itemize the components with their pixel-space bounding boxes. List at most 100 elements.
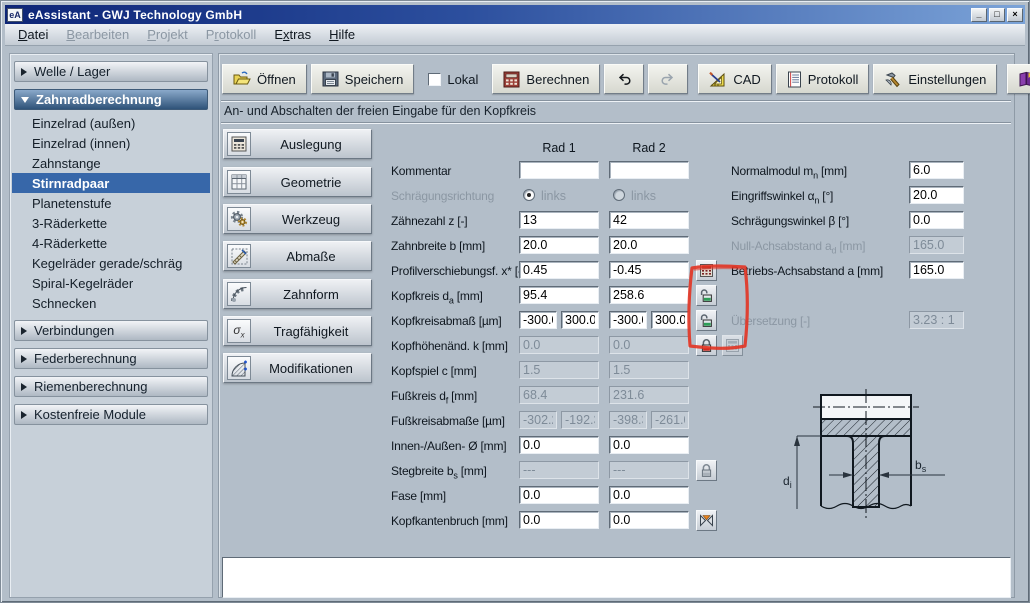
unlocked-padlock-icon — [699, 288, 714, 303]
minimize-button[interactable]: _ — [971, 8, 987, 22]
sidebar-item-4-raederkette[interactable]: 4-Räderkette — [10, 233, 212, 253]
kopfkreisabmass-rad2-lower-input[interactable] — [609, 311, 647, 329]
redo-arrow-icon — [660, 72, 676, 86]
fase-rad1-input[interactable] — [519, 486, 599, 504]
divider — [221, 122, 1011, 124]
kommentar-rad2-input[interactable] — [609, 161, 689, 179]
fase-label: Fase [mm] — [391, 488, 521, 504]
sidebar-item-einzelrad-aussen[interactable]: Einzelrad (außen) — [10, 113, 212, 133]
innen-aussen-rad1-input[interactable] — [519, 436, 599, 454]
profilverschiebung-calc-button[interactable] — [696, 260, 717, 281]
chevron-right-icon — [21, 383, 27, 391]
open-folder-icon — [233, 71, 251, 87]
sidebar-group-federberechnung[interactable]: Federberechnung — [14, 348, 208, 369]
help-button[interactable]: Hilfe — [1007, 64, 1030, 94]
toolbar: Öffnen Speichern Lokal Berechnen CAD Pro… — [222, 63, 1030, 95]
abmasse-button[interactable]: Abmaße — [223, 241, 372, 271]
innen-aussen-rad2-input[interactable] — [609, 436, 689, 454]
sidebar-group-verbindungen[interactable]: Verbindungen — [14, 320, 208, 341]
stegbreite-lock-button[interactable] — [696, 460, 717, 481]
kommentar-rad1-input[interactable] — [519, 161, 599, 179]
stegbreite-rad2-input — [609, 461, 689, 479]
eingriffswinkel-input[interactable] — [909, 186, 964, 204]
normalmodul-input[interactable] — [909, 161, 964, 179]
schraegungswinkel-input[interactable] — [909, 211, 964, 229]
kopfkreis-rad1-input[interactable] — [519, 286, 599, 304]
kopfkreisabmass-label: Kopfkreisabmaß [µm] — [391, 313, 521, 329]
null-achsabstand-input — [909, 236, 964, 254]
open-button[interactable]: Öffnen — [222, 64, 307, 94]
cad-button[interactable]: CAD — [698, 64, 771, 94]
sidebar-item-kegelraeder[interactable]: Kegelräder gerade/schräg — [10, 253, 212, 273]
local-checkbox[interactable] — [428, 73, 441, 86]
kopfkreisabmass-rad1-upper-input[interactable] — [561, 311, 599, 329]
book-icon — [1018, 71, 1030, 87]
kopfkreisabmass-unlock-button[interactable] — [696, 310, 717, 331]
undo-button[interactable] — [604, 64, 644, 94]
kopfkreisabmass-rad2-upper-input[interactable] — [651, 311, 689, 329]
kopfkantenbruch-rad2-input[interactable] — [609, 511, 689, 529]
save-button[interactable]: Speichern — [311, 64, 415, 94]
zahnbreite-rad1-input[interactable] — [519, 236, 599, 254]
kopfkantenbruch-chamfer-button[interactable] — [696, 510, 717, 531]
zahnbreite-rad2-input[interactable] — [609, 236, 689, 254]
fase-rad2-input[interactable] — [609, 486, 689, 504]
status-text: An- und Abschalten der freien Eingabe fü… — [224, 104, 536, 118]
sidebar-item-3-raederkette[interactable]: 3-Räderkette — [10, 213, 212, 233]
kopfkreis-label: Kopfkreis da [mm] — [391, 288, 521, 308]
tragfaehigkeit-button[interactable]: σx Tragfähigkeit — [223, 316, 372, 346]
fusskreisabmasse-rad1-upper-input — [561, 411, 599, 429]
gears-icon — [227, 207, 251, 231]
geometrie-button[interactable]: Geometrie — [223, 167, 372, 197]
sidebar-group-zahnradberechnung[interactable]: Zahnradberechnung — [14, 89, 208, 110]
sidebar-children: Einzelrad (außen) Einzelrad (innen) Zahn… — [10, 113, 212, 313]
zaehnezahl-rad2-input[interactable] — [609, 211, 689, 229]
null-achsabstand-label: Null-Achsabstand ad [mm] — [731, 238, 911, 258]
menu-extras[interactable]: Extras — [265, 25, 320, 44]
redo-button[interactable] — [648, 64, 688, 94]
kommentar-label: Kommentar — [391, 163, 521, 179]
kopfhoehenaend-lock-button[interactable] — [696, 335, 717, 356]
werkzeug-button[interactable]: Werkzeug — [223, 204, 372, 234]
kopfkreis-rad2-input[interactable] — [609, 286, 689, 304]
sidebar-item-schnecken[interactable]: Schnecken — [10, 293, 212, 313]
maximize-button[interactable]: □ — [989, 8, 1005, 22]
kopfkreisabmass-rad1-lower-input[interactable] — [519, 311, 557, 329]
kopfkreis-unlock-button[interactable] — [696, 285, 717, 306]
sidebar-item-planetenstufe[interactable]: Planetenstufe — [10, 193, 212, 213]
menu-hilfe[interactable]: Hilfe — [320, 25, 364, 44]
sidebar-item-stirnradpaar[interactable]: Stirnradpaar — [12, 173, 210, 193]
sidebar-group-riemenberechnung[interactable]: Riemenberechnung — [14, 376, 208, 397]
result-text-area[interactable] — [222, 557, 1011, 598]
kopfkantenbruch-label: Kopfkantenbruch [mm] — [391, 513, 521, 529]
stegbreite-label: Stegbreite bs [mm] — [391, 463, 521, 483]
chamfer-icon — [699, 513, 714, 528]
profilverschiebung-rad2-input[interactable] — [609, 261, 689, 279]
auslegung-button[interactable]: Auslegung — [223, 129, 372, 159]
menu-protokoll: Protokoll — [197, 25, 266, 44]
zahnform-button[interactable]: Zahnform — [223, 279, 372, 309]
sidebar-item-spiral-kegelraeder[interactable]: Spiral-Kegelräder — [10, 273, 212, 293]
settings-button[interactable]: Einstellungen — [873, 64, 997, 94]
sidebar-group-kostenfreie-module[interactable]: Kostenfreie Module — [14, 404, 208, 425]
kopfspiel-rad2-input — [609, 361, 689, 379]
calculate-button[interactable]: Berechnen — [492, 64, 600, 94]
uebersetzung-input — [909, 311, 964, 329]
modifikationen-button[interactable]: Modifikationen — [223, 353, 372, 383]
betriebs-achsabstand-input[interactable] — [909, 261, 964, 279]
sigma-x-icon: σx — [227, 319, 251, 343]
kopfkantenbruch-rad1-input[interactable] — [519, 511, 599, 529]
app-icon: eA — [7, 8, 23, 22]
zaehnezahl-rad1-input[interactable] — [519, 211, 599, 229]
menu-datei[interactable]: Datei — [9, 25, 57, 44]
profilverschiebung-rad1-input[interactable] — [519, 261, 599, 279]
divider — [221, 100, 1011, 102]
undo-arrow-icon — [616, 72, 632, 86]
app-window: eA eAssistant - GWJ Technology GmbH _ □ … — [0, 0, 1030, 603]
betriebs-achsabstand-label: Betriebs-Achsabstand a [mm] — [731, 263, 911, 279]
protocol-button[interactable]: Protokoll — [776, 64, 870, 94]
close-button[interactable]: × — [1007, 8, 1023, 22]
sidebar-group-welle-lager[interactable]: Welle / Lager — [14, 61, 208, 82]
sidebar-item-einzelrad-innen[interactable]: Einzelrad (innen) — [10, 133, 212, 153]
sidebar-item-zahnstange[interactable]: Zahnstange — [10, 153, 212, 173]
